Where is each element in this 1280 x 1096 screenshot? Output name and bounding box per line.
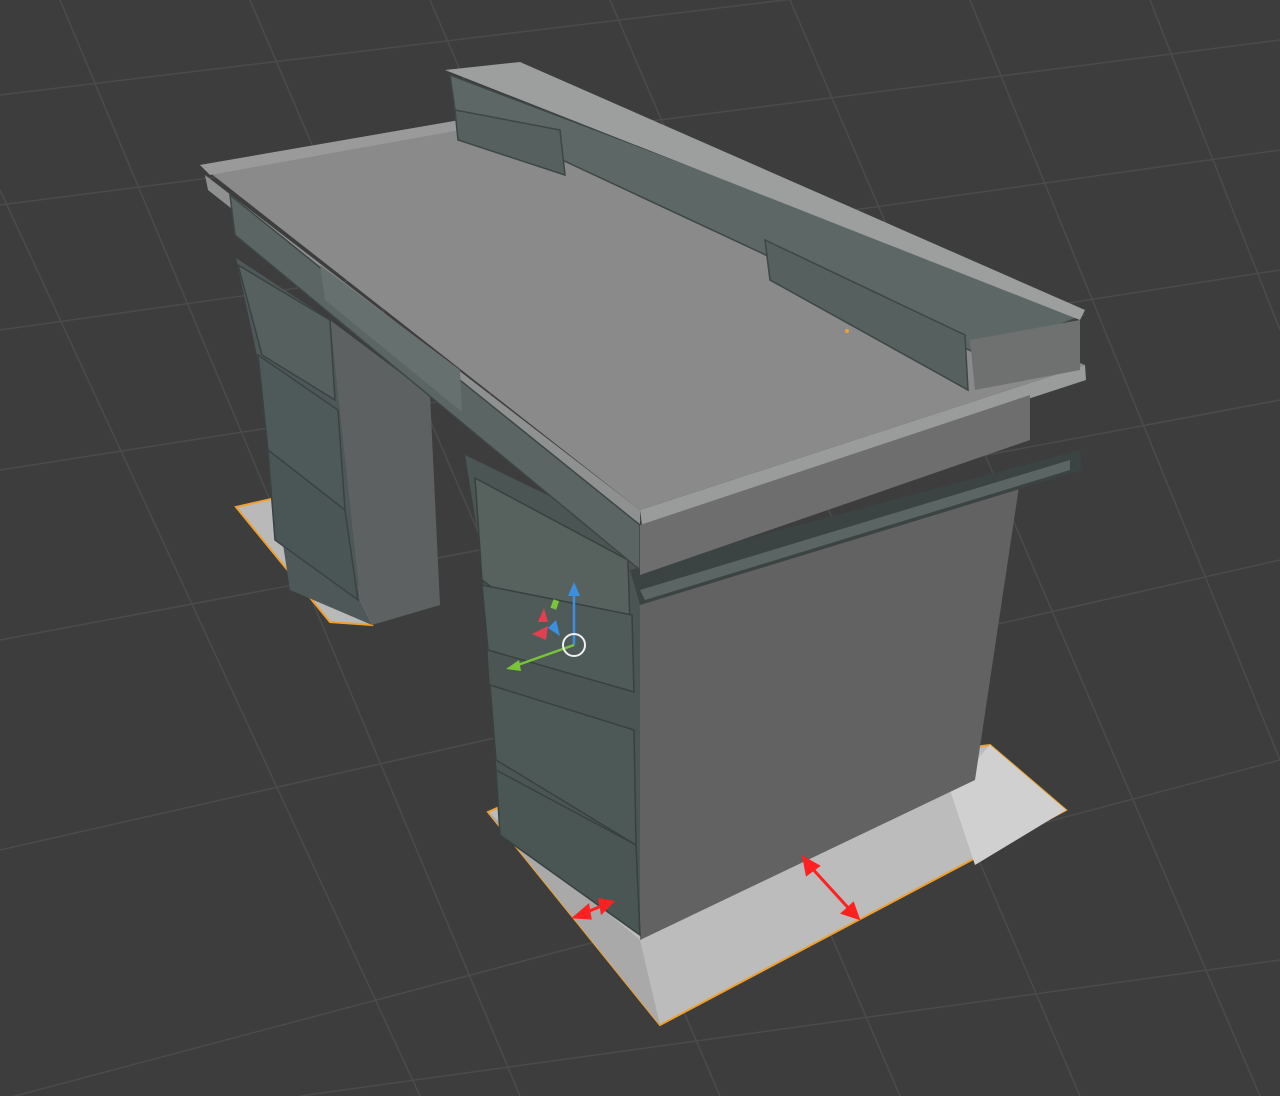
3d-viewport[interactable] bbox=[0, 0, 1280, 1096]
viewport-canvas[interactable] bbox=[0, 0, 1280, 1096]
object-origin-dot bbox=[845, 329, 849, 333]
